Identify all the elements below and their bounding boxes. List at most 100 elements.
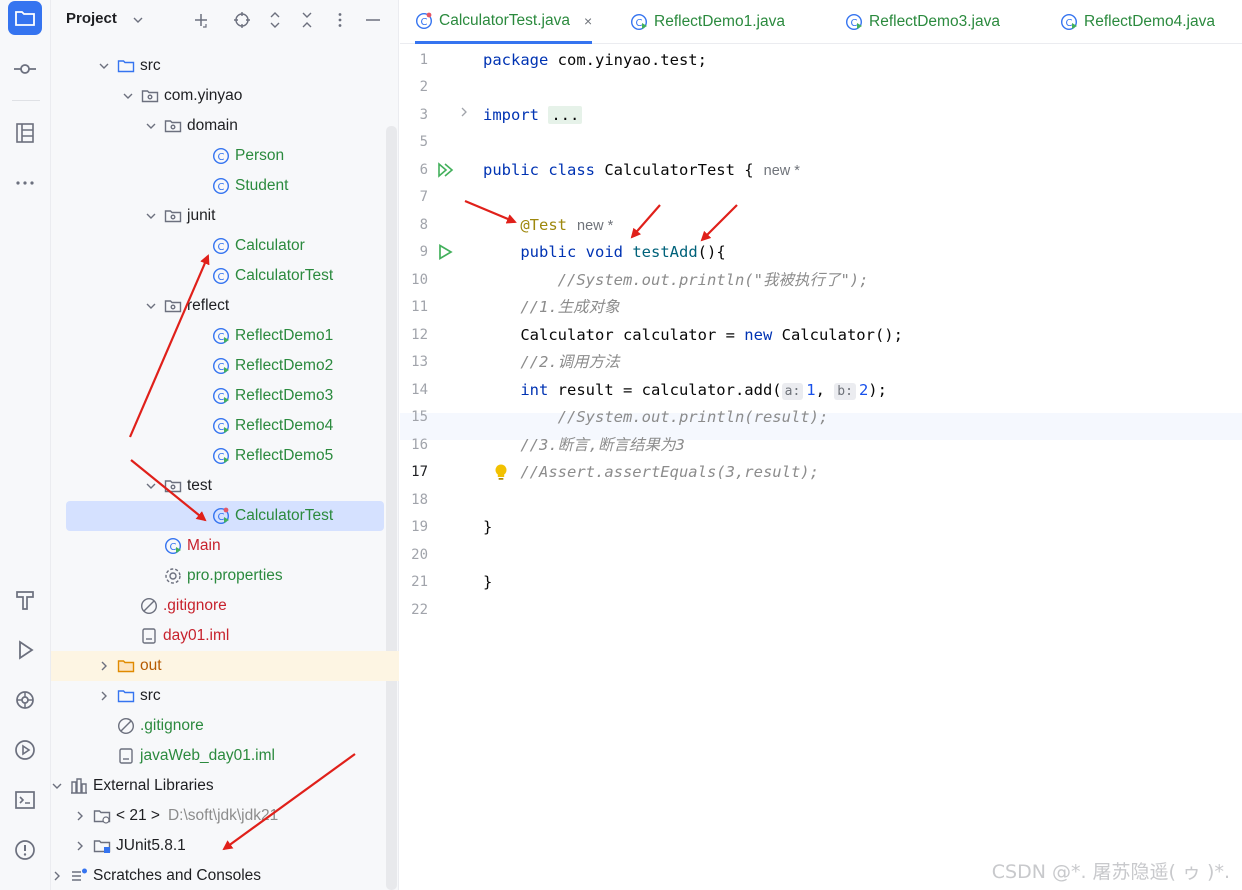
scrollbar[interactable] [386, 126, 397, 890]
services-icon[interactable] [8, 683, 42, 717]
tree-item[interactable]: C Student [51, 171, 387, 201]
class-run-icon: C [212, 447, 230, 465]
tree-item-label: ReflectDemo2 [235, 357, 334, 374]
terminal-icon[interactable] [8, 783, 42, 817]
run-test-icon[interactable] [436, 243, 454, 261]
tree-item[interactable]: C Main [51, 531, 387, 561]
line-number: 14 [411, 382, 428, 398]
run-configurations-icon[interactable] [8, 733, 42, 767]
new-file-icon[interactable] [190, 9, 212, 31]
line-number: 15 [411, 409, 428, 425]
chevron-down-icon[interactable] [143, 201, 159, 231]
tree-item[interactable]: domain [51, 111, 387, 141]
run-icon[interactable] [8, 633, 42, 667]
tree-item-label: ReflectDemo3 [235, 387, 334, 404]
more-tools-icon[interactable] [8, 166, 42, 200]
folder-out-icon [117, 660, 135, 673]
code-line-13: //2.调用方法 [520, 353, 620, 371]
run-all-tests-icon[interactable] [436, 161, 454, 179]
tree-item[interactable]: C Calculator [51, 231, 387, 261]
tree-item[interactable]: C ReflectDemo5 [51, 441, 387, 471]
folded-imports[interactable]: ... [548, 106, 583, 124]
project-panel-title[interactable]: Project [66, 10, 117, 27]
tree-item-label: pro.properties [187, 567, 283, 584]
code-line-9: public void testAdd(){ [520, 243, 726, 261]
tree-item[interactable]: day01.iml [51, 621, 387, 651]
svg-text:C: C [421, 17, 428, 28]
code-line-21: } [483, 573, 493, 591]
chevron-down-icon[interactable] [49, 771, 65, 801]
close-icon[interactable]: × [584, 13, 592, 29]
chevron-down-icon[interactable] [143, 471, 159, 501]
tree-item[interactable]: C ReflectDemo2 [51, 351, 387, 381]
commit-icon[interactable] [8, 52, 42, 86]
tab-label: ReflectDemo4.java [1084, 13, 1215, 30]
tab-label: CalculatorTest.java [439, 11, 570, 29]
expand-all-icon[interactable] [264, 9, 286, 31]
tree-item[interactable]: .gitignore [51, 711, 387, 741]
tree-item[interactable]: JUnit5.8.1 [51, 831, 387, 861]
locate-file-icon[interactable] [231, 9, 253, 31]
tree-item[interactable]: test [51, 471, 387, 501]
problems-icon[interactable] [8, 833, 42, 867]
tree-item[interactable]: junit [51, 201, 387, 231]
project-tool-icon[interactable] [8, 1, 42, 35]
tree-item[interactable]: C CalculatorTest [51, 261, 387, 291]
tree-item[interactable]: C Person [51, 141, 387, 171]
tree-item[interactable]: javaWeb_day01.iml [51, 741, 387, 771]
chevron-right-icon[interactable] [49, 861, 65, 890]
tab-reflectdemo3[interactable]: C ReflectDemo3.java [845, 0, 1000, 44]
jdk-icon [93, 810, 111, 824]
tree-item[interactable]: .gitignore [51, 591, 387, 621]
code-area[interactable]: package com.yinyao.test; import ... publ… [480, 44, 1242, 890]
tab-label: ReflectDemo1.java [654, 13, 785, 30]
package-icon [141, 90, 159, 103]
chevron-right-icon[interactable] [72, 831, 88, 861]
options-menu-icon[interactable] [329, 9, 351, 31]
tree-item[interactable]: Scratches and Consoles [51, 861, 387, 890]
chevron-down-icon[interactable] [96, 51, 112, 81]
chevron-down-icon[interactable] [143, 111, 159, 141]
tab-reflectdemo4[interactable]: C ReflectDemo4.java [1060, 0, 1215, 44]
tab-reflectdemo1[interactable]: C ReflectDemo1.java [630, 0, 785, 44]
tree-item[interactable]: com.yinyao [51, 81, 387, 111]
code-line-14: int result = calculator.add(a: 1, b: 2); [520, 381, 887, 400]
hide-panel-icon[interactable] [362, 9, 384, 31]
tree-item[interactable]: pro.properties [51, 561, 387, 591]
tree-item[interactable]: src [51, 51, 387, 81]
class-icon: C [845, 13, 863, 31]
tree-item[interactable]: reflect [51, 291, 387, 321]
tree-item-label: ReflectDemo5 [235, 447, 334, 464]
chevron-right-icon[interactable] [72, 801, 88, 831]
chevron-down-icon[interactable] [120, 81, 136, 111]
collapse-all-icon[interactable] [296, 9, 318, 31]
tree-item[interactable]: < 21 > D:\soft\jdk\jdk21 [51, 801, 387, 831]
line-number: 10 [411, 272, 428, 288]
line-number: 6 [419, 162, 428, 178]
tree-item[interactable]: src [51, 681, 387, 711]
chevron-down-icon[interactable] [143, 291, 159, 321]
tab-calculatortest[interactable]: C CalculatorTest.java × [415, 0, 593, 44]
chevron-down-icon[interactable] [127, 9, 149, 31]
line-number: 22 [411, 602, 428, 618]
line-number: 17 [411, 464, 428, 480]
build-hammer-icon[interactable] [8, 583, 42, 617]
chevron-right-icon[interactable] [96, 681, 112, 711]
structure-icon[interactable] [8, 116, 42, 150]
code-line-8: @Test new * [520, 216, 614, 234]
tree-item[interactable]: C ReflectDemo1 [51, 321, 387, 351]
tree-item-label: junit [187, 207, 216, 224]
line-number: 11 [411, 299, 428, 315]
tree-item[interactable]: out [51, 651, 399, 681]
svg-text:C: C [218, 362, 225, 373]
chevron-right-icon[interactable] [96, 651, 112, 681]
tree-item[interactable]: C ReflectDemo4 [51, 411, 387, 441]
tree-item-label: CalculatorTest [235, 507, 334, 524]
tree-item[interactable]: External Libraries [51, 771, 387, 801]
usage-hint: new * [577, 218, 614, 234]
tree-item[interactable]: C ReflectDemo3 [51, 381, 387, 411]
code-line-19: } [483, 518, 493, 536]
fold-chevron-icon[interactable] [458, 106, 470, 118]
library-icon [93, 840, 111, 853]
tree-item[interactable]: C CalculatorTest [66, 501, 384, 531]
